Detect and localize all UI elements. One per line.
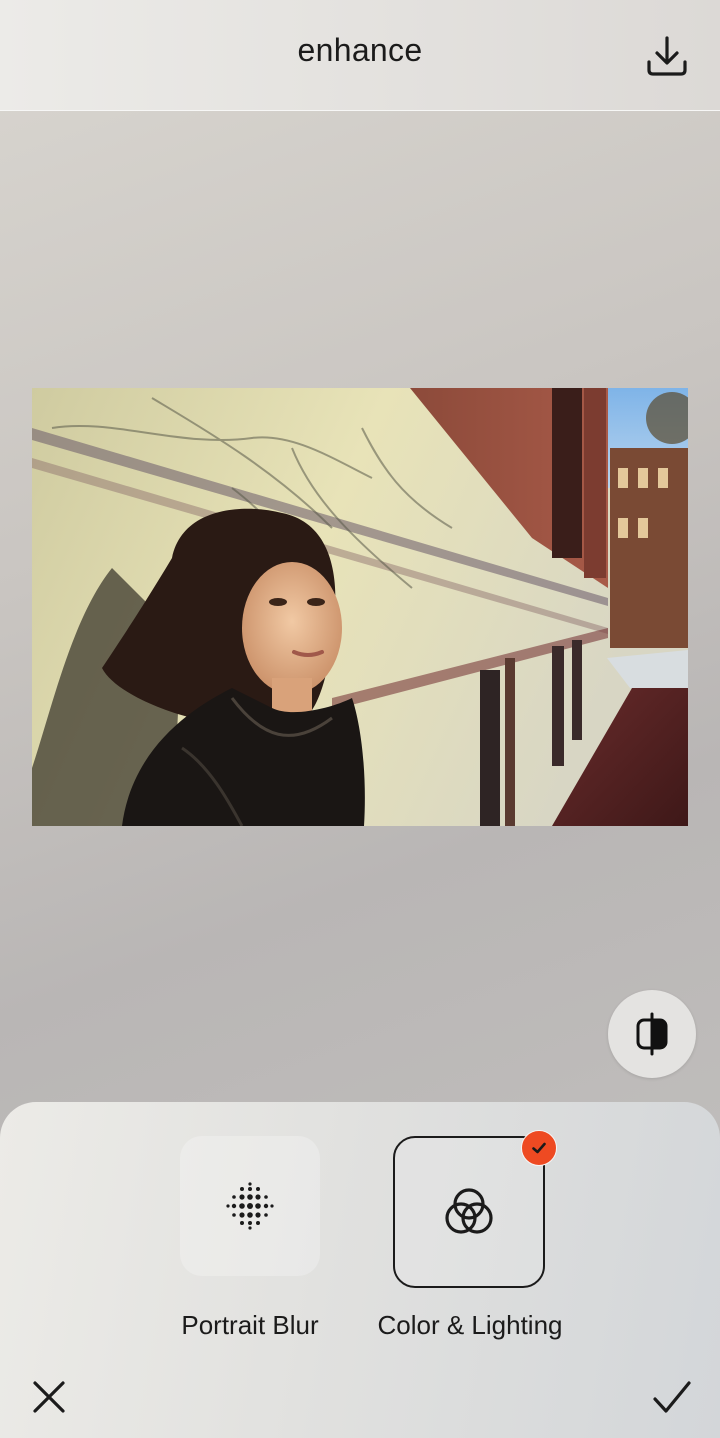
interlinked-rings-icon — [445, 1188, 493, 1234]
close-icon — [33, 1381, 65, 1413]
tool-label-portrait-blur: Portrait Blur — [181, 1310, 319, 1340]
selected-badge — [521, 1130, 557, 1166]
photo-preview — [32, 388, 688, 826]
tools-panel: Portrait Blur Color & Lighting — [0, 1102, 720, 1438]
checkmark-icon — [653, 1381, 691, 1413]
apply-button[interactable] — [648, 1374, 696, 1422]
dot-grid-icon — [226, 1182, 274, 1230]
download-icon — [647, 36, 687, 76]
compare-button[interactable] — [608, 990, 696, 1078]
compare-split-icon — [636, 1012, 668, 1056]
page-title: enhance — [297, 32, 423, 68]
cancel-button[interactable] — [26, 1374, 72, 1420]
small-check-icon — [532, 1142, 546, 1154]
tool-color-lighting[interactable] — [393, 1136, 545, 1288]
tool-portrait-blur[interactable] — [180, 1136, 320, 1276]
top-bar: enhance — [0, 0, 720, 111]
tool-label-color-lighting: Color & Lighting — [377, 1310, 563, 1340]
download-button[interactable] — [644, 32, 690, 78]
